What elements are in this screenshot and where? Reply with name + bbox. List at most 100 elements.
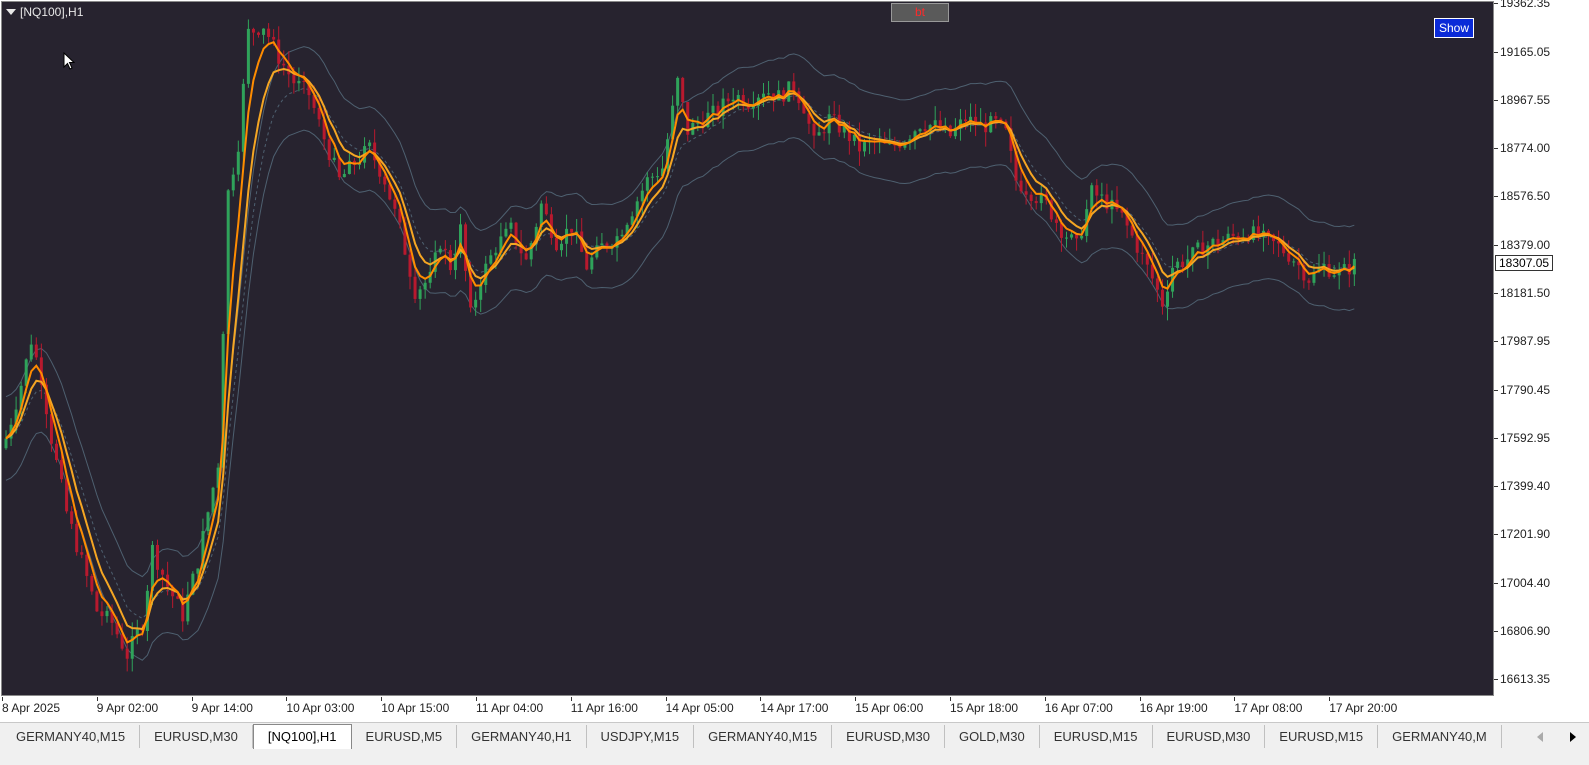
candle bbox=[251, 27, 255, 46]
candle bbox=[1150, 252, 1154, 285]
candle bbox=[1186, 245, 1190, 278]
candle bbox=[560, 239, 563, 257]
candle bbox=[676, 76, 680, 113]
collapse-triangle-icon[interactable] bbox=[6, 9, 16, 15]
candle bbox=[1039, 185, 1043, 211]
tab-chart[interactable]: GERMANY40,M15 bbox=[2, 725, 141, 748]
candle bbox=[1307, 278, 1311, 290]
candle bbox=[443, 240, 447, 265]
candle bbox=[267, 23, 271, 45]
scroll-right-icon[interactable] bbox=[1569, 732, 1576, 742]
candle bbox=[812, 119, 816, 149]
price-label: 19362.35 bbox=[1500, 0, 1551, 10]
candle bbox=[767, 81, 771, 96]
candle bbox=[509, 217, 513, 233]
candle bbox=[80, 545, 84, 559]
candle bbox=[418, 285, 422, 310]
candle bbox=[696, 116, 700, 132]
time-label: 16 Apr 07:00 bbox=[1044, 701, 1113, 715]
tab-chart[interactable]: EURUSD,M30 bbox=[1153, 725, 1266, 748]
candle bbox=[792, 73, 796, 101]
tab-chart[interactable]: EURUSD,M15 bbox=[1265, 725, 1379, 748]
candle bbox=[1352, 253, 1356, 286]
time-label: 9 Apr 02:00 bbox=[96, 701, 159, 715]
candle bbox=[433, 240, 437, 278]
candle bbox=[1337, 262, 1341, 290]
candle bbox=[1211, 237, 1215, 251]
moving-averages bbox=[5, 40, 1355, 644]
price-label: 18967.55 bbox=[1500, 93, 1551, 108]
candle bbox=[1322, 251, 1326, 277]
candle bbox=[413, 268, 417, 304]
candle bbox=[575, 218, 579, 244]
candle bbox=[974, 103, 978, 137]
price-tick bbox=[1494, 631, 1498, 633]
time-axis[interactable]: 8 Apr 2025 9 Apr 02:00 9 Apr 14:00 10 Apr 0… bbox=[0, 697, 1494, 722]
price-tick bbox=[1494, 389, 1498, 391]
candle bbox=[504, 222, 508, 238]
candle bbox=[34, 337, 38, 361]
tab-chart[interactable]: GERMANY40,M15 bbox=[694, 725, 833, 748]
chart-tab-bar: GERMANY40,M15 EURUSD,M30 [NQ100],H1 EURUSD,… bbox=[0, 722, 1589, 765]
candle bbox=[352, 158, 356, 175]
tab-chart[interactable]: EURUSD,M30 bbox=[832, 725, 945, 748]
candle bbox=[70, 506, 74, 530]
candle bbox=[1115, 186, 1119, 212]
tab-chart[interactable]: EURUSD,M5 bbox=[352, 725, 458, 748]
candle bbox=[857, 122, 861, 166]
symbol-header[interactable]: [NQ100],H1 bbox=[6, 5, 83, 19]
price-tick bbox=[1494, 485, 1498, 487]
price-axis[interactable]: 19362.35 19165.05 18967.55 18774.00 18576.50… bbox=[1494, 0, 1589, 697]
tab-chart[interactable]: EURUSD,M30 bbox=[140, 725, 253, 748]
upper-band-line bbox=[5, 46, 1355, 578]
tab-chart[interactable]: GOLD,M30 bbox=[945, 725, 1040, 748]
candle bbox=[297, 67, 301, 92]
scroll-left-icon[interactable] bbox=[1536, 732, 1543, 742]
slow-ma-line bbox=[5, 67, 1355, 631]
tab-chart[interactable]: EURUSD,M15 bbox=[1040, 725, 1153, 748]
bt-button[interactable]: bt bbox=[891, 3, 949, 22]
time-label: 14 Apr 17:00 bbox=[760, 701, 829, 715]
candle bbox=[1277, 230, 1281, 257]
candlestick-chart[interactable] bbox=[2, 2, 1494, 696]
time-label: 11 Apr 16:00 bbox=[570, 701, 638, 715]
candle bbox=[711, 93, 715, 127]
candle bbox=[1327, 255, 1331, 279]
candle bbox=[832, 101, 836, 119]
candle bbox=[1292, 258, 1296, 267]
price-label: 18181.50 bbox=[1500, 286, 1551, 301]
candle bbox=[852, 134, 856, 146]
time-label: 8 Apr 2025 bbox=[2, 701, 61, 715]
price-tick bbox=[1494, 438, 1498, 440]
candle bbox=[524, 245, 528, 261]
price-label: 17987.95 bbox=[1500, 333, 1551, 348]
candle bbox=[1065, 231, 1068, 248]
tab-chart[interactable]: GERMANY40,M bbox=[1378, 725, 1502, 748]
candle bbox=[1019, 169, 1023, 194]
candle bbox=[438, 245, 442, 255]
candle bbox=[1171, 255, 1175, 298]
price-label: 17790.45 bbox=[1500, 382, 1551, 397]
time-label: 10 Apr 03:00 bbox=[286, 701, 355, 715]
candle bbox=[1196, 239, 1200, 250]
candle bbox=[302, 71, 306, 94]
tab-chart[interactable]: GERMANY40,H1 bbox=[457, 725, 587, 748]
show-button[interactable]: Show bbox=[1434, 18, 1474, 38]
candle bbox=[580, 218, 584, 253]
tab-chart[interactable]: USDJPY,M15 bbox=[587, 725, 695, 748]
candle bbox=[105, 606, 109, 623]
candle bbox=[373, 129, 377, 169]
candle bbox=[1251, 219, 1255, 243]
candle bbox=[1105, 183, 1109, 214]
price-label: 17399.40 bbox=[1500, 478, 1551, 493]
candle bbox=[741, 88, 745, 112]
lower-band-line bbox=[5, 129, 1355, 661]
chart-plot-area[interactable]: [NQ100],H1 bt Show bbox=[1, 1, 1494, 696]
candle bbox=[181, 588, 185, 632]
tab-active-chart[interactable]: [NQ100],H1 bbox=[252, 724, 352, 749]
candle bbox=[186, 581, 190, 625]
candle bbox=[1054, 215, 1058, 232]
candle bbox=[1267, 229, 1270, 245]
candle bbox=[1110, 190, 1114, 224]
candle bbox=[1100, 182, 1104, 206]
